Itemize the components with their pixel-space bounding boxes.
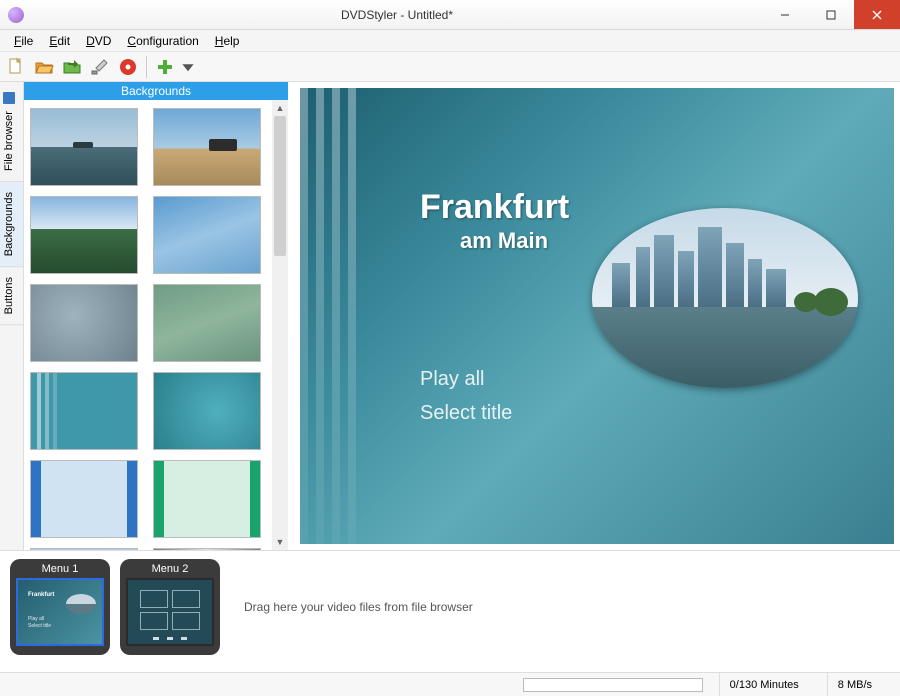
tab-file-browser-label: File browser [3, 111, 15, 171]
status-speed: 8 MB/s [827, 673, 900, 696]
status-minutes: 0/130 Minutes [719, 673, 827, 696]
building-icon [654, 235, 674, 307]
menu-configuration[interactable]: Configuration [119, 32, 206, 50]
maximize-button[interactable] [808, 0, 854, 29]
window-controls [762, 0, 900, 29]
panel-scrollbar[interactable]: ▲ ▼ [272, 100, 288, 550]
menu-help[interactable]: Help [207, 32, 248, 50]
building-icon [636, 247, 650, 307]
panel-body: ▲ ▼ [24, 100, 288, 550]
background-thumb[interactable] [30, 548, 138, 550]
menu-preview[interactable]: Frankfurt am Main Play all Select title [300, 88, 894, 544]
tab-backgrounds-label: Backgrounds [3, 192, 15, 256]
titlebar: DVDStyler - Untitled* [0, 0, 900, 30]
preview-wrap: Frankfurt am Main Play all Select title [288, 82, 900, 550]
folder-icon [3, 92, 15, 104]
background-thumb[interactable] [30, 460, 138, 538]
menu-card-label: Menu 2 [126, 563, 214, 575]
menu-image-ellipse[interactable] [592, 208, 858, 388]
city-water [592, 307, 858, 388]
window-title: DVDStyler - Untitled* [32, 8, 762, 22]
menu-card-1[interactable]: Menu 1 Frankfurt Play allSelect title [10, 559, 110, 655]
scroll-thumb[interactable] [274, 116, 286, 256]
menu-play-all[interactable]: Play all [420, 368, 484, 391]
scroll-track[interactable] [272, 116, 288, 534]
background-thumb[interactable] [30, 284, 138, 362]
tab-file-browser[interactable]: File browser [0, 82, 23, 182]
toolbar [0, 52, 900, 82]
close-button[interactable] [854, 0, 900, 29]
tree-icon [814, 288, 848, 316]
tab-buttons-label: Buttons [3, 277, 15, 314]
background-thumb[interactable] [153, 372, 261, 450]
background-thumb[interactable] [153, 284, 261, 362]
background-thumb[interactable] [153, 460, 261, 538]
toolbar-separator [146, 56, 147, 78]
settings-button[interactable] [88, 55, 112, 79]
new-button[interactable] [4, 55, 28, 79]
building-icon [726, 243, 744, 307]
menubar: File Edit DVD Configuration Help [0, 30, 900, 52]
timeline-strip[interactable]: Menu 1 Frankfurt Play allSelect title Me… [0, 550, 900, 662]
building-icon [766, 269, 786, 307]
menu-card-2[interactable]: Menu 2 [120, 559, 220, 655]
building-icon [698, 227, 722, 307]
side-tabs: File browser Backgrounds Buttons [0, 82, 24, 550]
menu-card-thumb: Frankfurt Play allSelect title [16, 578, 104, 646]
building-icon [678, 251, 694, 307]
main-area: File browser Backgrounds Buttons Backgro… [0, 82, 900, 550]
background-thumb[interactable] [30, 196, 138, 274]
add-button[interactable] [153, 55, 177, 79]
menu-card-thumb [126, 578, 214, 646]
menu-card-label: Menu 1 [16, 563, 104, 575]
menu-edit[interactable]: Edit [41, 32, 78, 50]
menu-title-2[interactable]: am Main [460, 228, 548, 254]
building-icon [612, 263, 630, 307]
menu-select-title[interactable]: Select title [420, 402, 512, 425]
app-icon [8, 7, 24, 23]
background-thumb[interactable] [153, 196, 261, 274]
add-dropdown-icon[interactable] [181, 55, 195, 79]
menu-file[interactable]: File [6, 32, 41, 50]
building-icon [748, 259, 762, 307]
save-button[interactable] [60, 55, 84, 79]
background-thumbs [24, 100, 272, 550]
panel-header: Backgrounds [24, 82, 288, 100]
open-button[interactable] [32, 55, 56, 79]
scroll-up-icon[interactable]: ▲ [272, 100, 288, 116]
background-thumb[interactable] [30, 108, 138, 186]
backgrounds-panel: Backgrounds ▲ ▼ [24, 82, 288, 550]
minimize-button[interactable] [762, 0, 808, 29]
background-thumb[interactable] [30, 372, 138, 450]
progress-bar [523, 678, 703, 692]
scroll-down-icon[interactable]: ▼ [272, 534, 288, 550]
tab-backgrounds[interactable]: Backgrounds [0, 182, 23, 267]
menu-dvd[interactable]: DVD [78, 32, 119, 50]
tab-buttons[interactable]: Buttons [0, 267, 23, 325]
statusbar: 0/130 Minutes 8 MB/s [0, 672, 900, 696]
background-thumb[interactable] [153, 548, 261, 550]
decorative-stripes [300, 88, 390, 544]
drop-hint: Drag here your video files from file bro… [244, 600, 473, 614]
background-thumb[interactable] [153, 108, 261, 186]
burn-button[interactable] [116, 55, 140, 79]
menu-title-1[interactable]: Frankfurt [420, 188, 569, 227]
